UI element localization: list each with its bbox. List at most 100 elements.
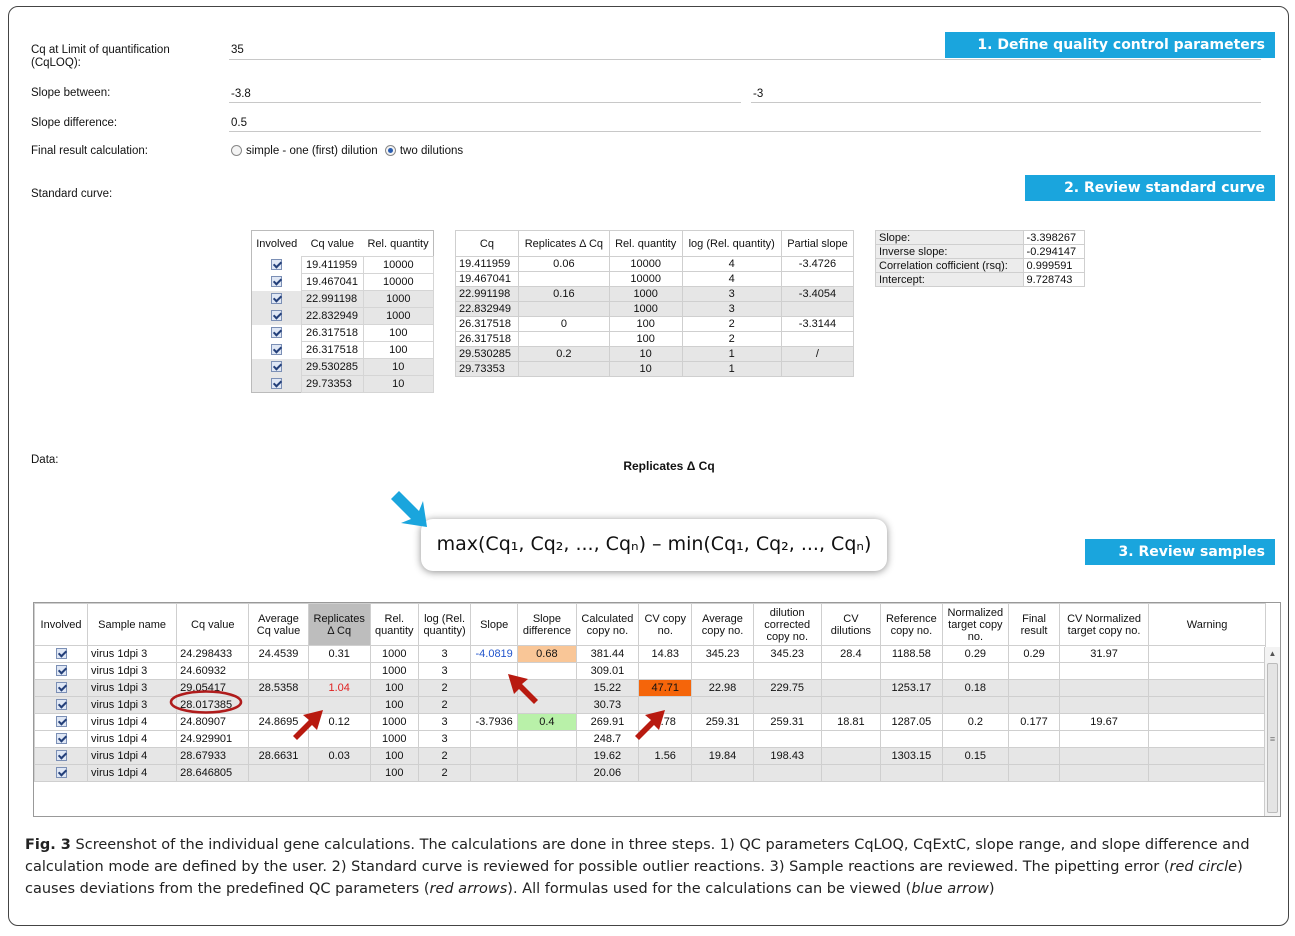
- cqloq-input-line: [229, 59, 1261, 60]
- red-arrow-icon: [508, 674, 538, 704]
- curve-summary-table: Slope: -3.398267 Inverse slope: -0.294147 Co…: [875, 230, 1086, 287]
- calc-cell: 2: [681, 316, 782, 332]
- radio-two-label: two dilutions: [399, 145, 464, 157]
- sample-cell: [820, 730, 882, 748]
- samples-col-header: log (Rel. quantity): [417, 603, 472, 646]
- sample-cell: [1148, 747, 1266, 765]
- sample-cell: 0.68: [517, 645, 577, 663]
- samples-col-header: CV Normalized target copy no.: [1058, 603, 1150, 646]
- involved-checkbox[interactable]: [270, 361, 282, 372]
- radio-simple-label: simple - one (first) dilution: [246, 145, 378, 157]
- std-quantity-cell: 100: [362, 324, 435, 342]
- sample-cell: 2: [417, 764, 472, 782]
- scroll-up-icon[interactable]: ▲: [1265, 647, 1280, 661]
- red-arrow-icon: [635, 710, 665, 740]
- sample-row: virus 1dpi 3 24.60932 1000 3 309.01: [34, 662, 1266, 680]
- calc-cell: 2: [681, 331, 782, 347]
- involved-checkbox-cell: [251, 375, 302, 393]
- sample-cell: 15.22: [575, 679, 640, 697]
- samples-col-header: Normalized target copy no.: [941, 603, 1010, 646]
- samples-col-header: Rel. quantity: [369, 603, 419, 646]
- calc-cell: 26.317518: [455, 316, 519, 332]
- std-cq-cell: 29.73353: [300, 375, 364, 393]
- slope-diff-input[interactable]: 0.5: [231, 117, 247, 129]
- calc-cell: 10: [608, 346, 683, 362]
- involved-checkbox[interactable]: [55, 648, 67, 659]
- cqloq-value[interactable]: 35: [231, 44, 244, 56]
- sample-cell: [1148, 730, 1266, 748]
- final-calc-options: simple - one (first) dilution two diluti…: [231, 145, 463, 157]
- involved-checkbox[interactable]: [270, 327, 282, 338]
- sample-cell: 28.646805: [176, 764, 250, 782]
- sample-cell: [1008, 662, 1060, 680]
- sample-cell: [517, 730, 577, 748]
- std-cq-cell: 22.832949: [300, 307, 364, 325]
- involved-checkbox[interactable]: [55, 682, 67, 693]
- sample-cell: [1008, 696, 1060, 714]
- standard-curve-calc-table: Cq Replicates Δ Cq Rel. quantity log (Re…: [455, 230, 855, 377]
- calc-cell: 0.16: [517, 286, 610, 302]
- calc-cell: 1: [681, 346, 782, 362]
- involved-checkbox[interactable]: [270, 276, 282, 287]
- sample-cell: [1058, 679, 1150, 697]
- involved-checkbox[interactable]: [55, 699, 67, 710]
- sample-cell: 1188.58: [880, 645, 943, 663]
- sample-cell: 47.71: [638, 679, 693, 697]
- sample-cell: 18.81: [820, 713, 882, 731]
- calc-row: 29.530285 0.2 10 1/: [455, 346, 855, 362]
- sample-cell: 28.6631: [248, 747, 309, 765]
- sample-cell: 0.29: [941, 645, 1010, 663]
- involved-checkbox[interactable]: [55, 716, 67, 727]
- sample-cell: virus 1dpi 4: [87, 713, 178, 731]
- final-calc-label: Final result calculation:: [31, 145, 148, 157]
- involved-checkbox[interactable]: [270, 293, 282, 304]
- involved-checkbox-cell: [34, 696, 89, 714]
- col-cq: Cq: [455, 230, 519, 257]
- involved-checkbox[interactable]: [270, 377, 282, 389]
- slope-max-input[interactable]: -3: [753, 88, 763, 100]
- calc-cell: 3: [681, 301, 782, 317]
- sample-cell: 28.5358: [248, 679, 309, 697]
- involved-checkbox[interactable]: [55, 750, 67, 761]
- sample-cell: 100: [369, 764, 419, 782]
- slope-max-line: [751, 102, 1261, 103]
- caption-red-circle: red circle: [1169, 859, 1238, 875]
- involved-checkbox-cell: [34, 730, 89, 748]
- std-quantity-cell: 10000: [362, 273, 435, 291]
- sample-cell: [517, 764, 577, 782]
- summary-value: 0.999591: [1022, 258, 1086, 273]
- slope-min-input[interactable]: -3.8: [231, 88, 251, 100]
- involved-checkbox[interactable]: [55, 733, 67, 744]
- involved-checkbox-cell: [252, 257, 302, 274]
- radio-simple[interactable]: [231, 145, 242, 156]
- involved-checkbox-cell: [34, 713, 89, 731]
- sample-cell: [752, 696, 822, 714]
- sample-cell: [1058, 730, 1150, 748]
- sample-cell: [752, 662, 822, 680]
- involved-checkbox-cell: [34, 645, 89, 663]
- calc-cell: -3.3144: [780, 316, 855, 332]
- involved-checkbox[interactable]: [270, 344, 282, 355]
- calc-cell: 10: [608, 361, 683, 377]
- calc-cell: -3.4054: [780, 286, 855, 302]
- slope-min-line: [229, 102, 741, 103]
- std-row: 19.411959 10000: [252, 256, 435, 274]
- involved-checkbox-cell: [251, 307, 302, 325]
- banner-review-curve: 2. Review standard curve: [1025, 175, 1275, 201]
- caption-blue-arrow: blue arrow: [911, 881, 989, 897]
- sample-cell: 269.91: [575, 713, 640, 731]
- formula-box[interactable]: max(Cq₁, Cq₂, ..., Cqₙ) – min(Cq₁, Cq₂, …: [421, 519, 887, 571]
- scroll-thumb[interactable]: ≡: [1267, 663, 1278, 813]
- calc-cell: 4: [681, 271, 782, 287]
- sample-cell: [880, 730, 943, 748]
- involved-checkbox[interactable]: [55, 767, 67, 778]
- std-quantity-cell: 1000: [362, 290, 435, 308]
- std-quantity-cell: 10: [362, 358, 435, 376]
- radio-two-dilutions[interactable]: [384, 145, 396, 156]
- summary-label: Inverse slope:: [875, 244, 1024, 259]
- red-circle-icon: [169, 690, 243, 714]
- involved-checkbox[interactable]: [270, 310, 282, 321]
- involved-checkbox[interactable]: [55, 665, 67, 676]
- samples-scrollbar[interactable]: ▲ ≡: [1264, 647, 1280, 816]
- involved-checkbox[interactable]: [270, 259, 282, 270]
